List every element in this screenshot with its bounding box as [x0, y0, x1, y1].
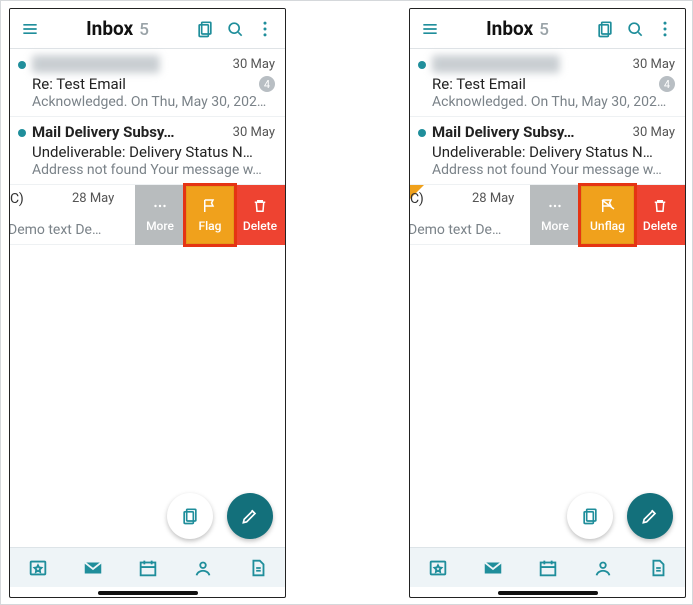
message-list: ████████████ 30 May Re: Test Email 4 Ack… — [10, 49, 285, 245]
title-count: 5 — [139, 20, 149, 40]
subject: Undeliverable: Delivery Status N… — [432, 143, 653, 161]
message-list: ████████████ 30 May Re: Test Email 4 Ack… — [410, 49, 685, 245]
delete-action[interactable]: Delete — [235, 185, 285, 245]
message-row[interactable]: ████████████ 30 May Re: Test Email 4 Ack… — [410, 49, 685, 117]
compose-fab[interactable] — [227, 493, 273, 539]
more-action[interactable]: More — [530, 185, 580, 245]
unread-dot — [418, 61, 426, 69]
home-indicator — [98, 591, 198, 595]
delete-label: Delete — [243, 219, 277, 233]
preview: Address not found Your message w… — [32, 162, 275, 178]
date: 30 May — [233, 125, 275, 140]
flag-label: Flag — [199, 219, 222, 233]
more-label: More — [146, 219, 174, 233]
nav-vip-icon[interactable] — [27, 557, 49, 579]
stack-fab[interactable] — [567, 493, 613, 539]
message-row[interactable]: ████████████ 30 May Re: Test Email 4 Ack… — [10, 49, 285, 117]
copy-icon[interactable] — [195, 19, 215, 39]
sender: Mail Delivery Subsy… — [32, 123, 174, 141]
preview: Acknowledged. On Thu, May 30, 202… — [32, 94, 275, 110]
nav-contacts-icon[interactable] — [592, 557, 614, 579]
date: 30 May — [633, 57, 675, 72]
date: 28 May — [72, 191, 114, 206]
unflag-action[interactable]: Unflag — [580, 185, 635, 245]
search-icon[interactable] — [225, 19, 245, 39]
delete-action[interactable]: Delete — [635, 185, 685, 245]
more-vert-icon[interactable] — [255, 19, 275, 39]
preview: Demo text De… — [409, 222, 501, 238]
unflag-label: Unflag — [590, 219, 625, 233]
stack-fab[interactable] — [167, 493, 213, 539]
menu-icon[interactable] — [420, 19, 440, 39]
nav-mail-icon[interactable] — [482, 557, 504, 579]
unread-dot — [18, 61, 26, 69]
unread-dot — [18, 129, 26, 137]
thread-count-badge: 4 — [659, 76, 675, 92]
sender: ████████████ — [432, 55, 560, 73]
sender-fragment: C) — [410, 191, 424, 207]
message-row[interactable]: Mail Delivery Subsy… 30 May Undeliverabl… — [410, 117, 685, 185]
fab-group — [167, 493, 273, 539]
more-label: More — [541, 219, 569, 233]
bottom-nav — [410, 547, 685, 587]
more-vert-icon[interactable] — [655, 19, 675, 39]
menu-icon[interactable] — [20, 19, 40, 39]
nav-calendar-icon[interactable] — [137, 557, 159, 579]
nav-files-icon[interactable] — [247, 557, 269, 579]
sender-fragment: C) — [10, 191, 24, 207]
message-row[interactable]: Mail Delivery Subsy… 30 May Undeliverabl… — [10, 117, 285, 185]
page-title: Inbox 5 — [50, 17, 185, 40]
preview: Demo text De… — [9, 222, 101, 238]
nav-contacts-icon[interactable] — [192, 557, 214, 579]
preview: Acknowledged. On Thu, May 30, 202… — [432, 94, 675, 110]
nav-vip-icon[interactable] — [427, 557, 449, 579]
phone-flag: Inbox 5 ████████████ 30 May Re: — [9, 8, 286, 598]
date: 30 May — [233, 57, 275, 72]
app-header: Inbox 5 — [10, 9, 285, 49]
phone-unflag: Inbox 5 ████████████ 30 May Re: — [409, 8, 686, 598]
app-header: Inbox 5 — [410, 9, 685, 49]
flag-action[interactable]: Flag — [185, 185, 235, 245]
delete-label: Delete — [643, 219, 677, 233]
sender: Mail Delivery Subsy… — [432, 123, 574, 141]
subject: Undeliverable: Delivery Status N… — [32, 143, 253, 161]
bottom-nav — [10, 547, 285, 587]
nav-mail-icon[interactable] — [82, 557, 104, 579]
unread-dot — [418, 129, 426, 137]
home-indicator — [498, 591, 598, 595]
swipe-actions: More Flag Delete — [135, 185, 285, 245]
search-icon[interactable] — [625, 19, 645, 39]
preview: Address not found Your message w… — [432, 162, 675, 178]
thread-count-badge: 4 — [259, 76, 275, 92]
swiped-message-row[interactable]: C) 28 May Demo text De… More Flag — [10, 185, 285, 245]
compose-fab[interactable] — [627, 493, 673, 539]
title-count: 5 — [539, 20, 549, 40]
nav-files-icon[interactable] — [647, 557, 669, 579]
nav-calendar-icon[interactable] — [537, 557, 559, 579]
page-title: Inbox 5 — [450, 17, 585, 40]
title-text: Inbox — [86, 17, 133, 40]
title-text: Inbox — [486, 17, 533, 40]
more-action[interactable]: More — [135, 185, 185, 245]
subject: Re: Test Email — [432, 75, 526, 93]
fab-group — [567, 493, 673, 539]
swiped-message-row[interactable]: C) 28 May Demo text De… More Unflag — [410, 185, 685, 245]
date: 30 May — [633, 125, 675, 140]
subject: Re: Test Email — [32, 75, 126, 93]
swipe-actions: More Unflag Delete — [530, 185, 685, 245]
date: 28 May — [472, 191, 514, 206]
copy-icon[interactable] — [595, 19, 615, 39]
sender: ████████████ — [32, 55, 160, 73]
